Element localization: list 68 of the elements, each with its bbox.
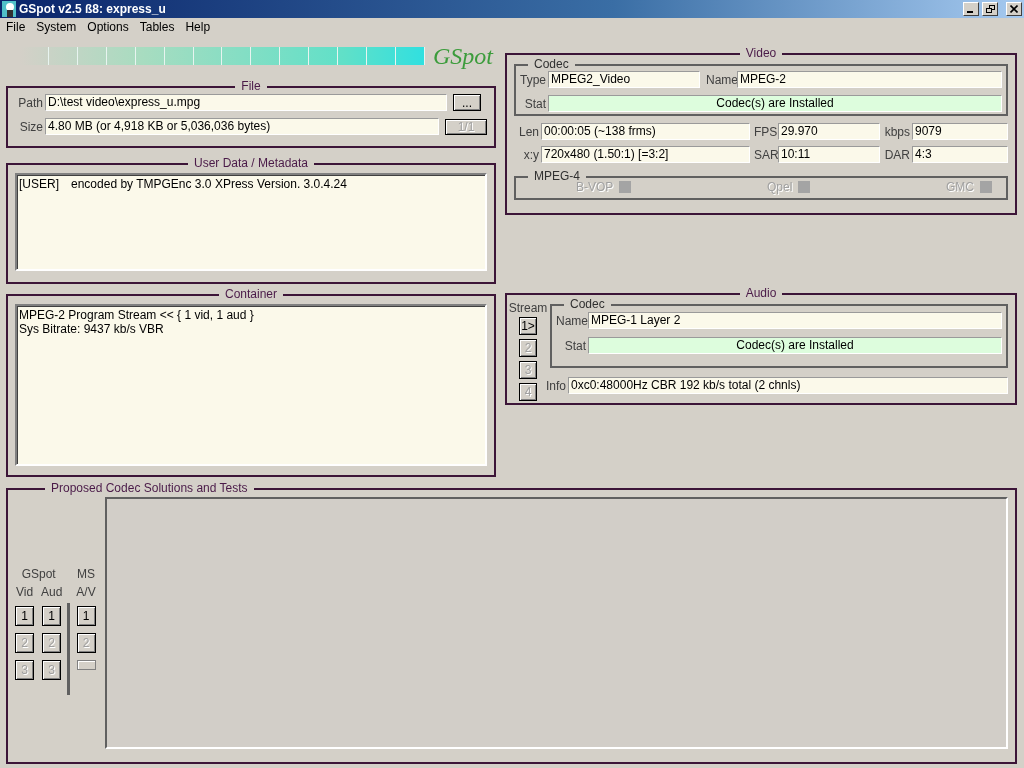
field-label: SAR bbox=[754, 147, 776, 162]
field-label: Stat bbox=[563, 338, 586, 353]
user-data-text: encoded by TMPGEnc 3.0 XPress Version. 3.0.4.24 bbox=[71, 177, 347, 191]
status-field[interactable]: Codec(s) are Installed bbox=[548, 95, 1002, 112]
group-title: Codec bbox=[569, 298, 606, 311]
user-data-tag: [USER] bbox=[19, 177, 59, 191]
menu-item[interactable]: Help bbox=[179, 20, 216, 34]
field-label: Len bbox=[517, 124, 539, 139]
test-button[interactable]: 1 bbox=[42, 606, 62, 626]
text-field[interactable]: 0xc0:48000Hz CBR 192 kb/s total (2 chnls) bbox=[568, 377, 1008, 394]
close-icon bbox=[1010, 5, 1018, 13]
field-label: Size bbox=[18, 119, 43, 134]
text-field[interactable]: MPEG2_Video bbox=[548, 71, 700, 88]
group-title: Codec bbox=[533, 58, 570, 71]
app-icon bbox=[2, 1, 16, 17]
text-field[interactable]: 10:11 bbox=[778, 146, 880, 163]
field-label: Type bbox=[520, 72, 546, 87]
text-field[interactable]: 4.80 MB (or 4,918 KB or 5,036,036 bytes) bbox=[45, 118, 439, 135]
field-label: Path bbox=[17, 95, 43, 110]
text-field[interactable]: 29.970 bbox=[778, 123, 880, 140]
text-field[interactable]: 4:3 bbox=[912, 146, 1008, 163]
text-field[interactable]: 9079 bbox=[912, 123, 1008, 140]
group-label: GSpot bbox=[21, 567, 56, 581]
text-field[interactable]: MPEG-1 Layer 2 bbox=[588, 312, 1002, 329]
group-title: File bbox=[240, 80, 262, 93]
container-text-area[interactable]: MPEG-2 Program Stream << { 1 vid, 1 aud } Sys Bitrate: 9437 kb/s VBR bbox=[15, 304, 487, 466]
group-title: Audio bbox=[744, 287, 778, 300]
test-button[interactable]: 1 bbox=[76, 606, 96, 626]
menu-item[interactable]: Options bbox=[81, 20, 134, 34]
menu-item[interactable]: File bbox=[0, 20, 31, 34]
group-label: MS bbox=[77, 567, 96, 581]
logo-text: GSpot bbox=[433, 42, 493, 70]
text-field[interactable]: D:\test video\express_u.mpg bbox=[45, 94, 447, 111]
field-label: Name bbox=[706, 72, 735, 87]
column-label: A/V bbox=[76, 585, 96, 599]
close-button[interactable] bbox=[1006, 2, 1022, 16]
menu-item[interactable]: Tables bbox=[133, 20, 180, 34]
stream-button[interactable]: 1> bbox=[519, 317, 537, 335]
window-title: GSpot v2.5 ß8: express_u bbox=[19, 2, 167, 16]
column-label: Vid bbox=[15, 585, 34, 599]
restore-icon bbox=[985, 5, 995, 13]
field-label: Name bbox=[556, 313, 586, 328]
column-label: Aud bbox=[41, 585, 63, 599]
restore-button[interactable] bbox=[982, 2, 998, 16]
text-field[interactable]: 00:00:05 (~138 frms) bbox=[541, 123, 750, 140]
field-label: x:y bbox=[522, 147, 539, 162]
field-label: Info bbox=[546, 378, 566, 393]
field-label: DAR bbox=[884, 147, 910, 162]
text-field[interactable]: 720x480 (1.50:1) [=3:2] bbox=[541, 146, 750, 163]
stream-label: Stream bbox=[508, 301, 548, 315]
field-label: FPS bbox=[754, 124, 776, 139]
group-title: User Data / Metadata bbox=[192, 157, 310, 170]
field-label: kbps bbox=[884, 124, 910, 139]
group-title: Video bbox=[744, 47, 778, 60]
container-info-line: Sys Bitrate: 9437 kb/s VBR bbox=[19, 322, 165, 336]
status-field[interactable]: Codec(s) are Installed bbox=[588, 337, 1002, 354]
field-label: Stat bbox=[523, 96, 546, 111]
container-info-line: MPEG-2 Program Stream << { 1 vid, 1 aud } bbox=[19, 308, 255, 322]
minimize-icon bbox=[967, 11, 973, 13]
minimize-button[interactable] bbox=[963, 2, 979, 16]
group-title: Container bbox=[224, 288, 278, 301]
group-title: Proposed Codec Solutions and Tests bbox=[50, 482, 249, 495]
text-field[interactable]: MPEG-2 bbox=[737, 71, 1002, 88]
metadata-text-area[interactable]: [USER] encoded by TMPGEnc 3.0 XPress Version. 3.0.4.24 bbox=[15, 173, 487, 271]
browse-button[interactable]: ... bbox=[453, 94, 481, 111]
test-button[interactable]: 1 bbox=[15, 606, 34, 626]
menu-item[interactable]: System bbox=[30, 20, 82, 34]
group-title: MPEG-4 bbox=[533, 170, 580, 183]
